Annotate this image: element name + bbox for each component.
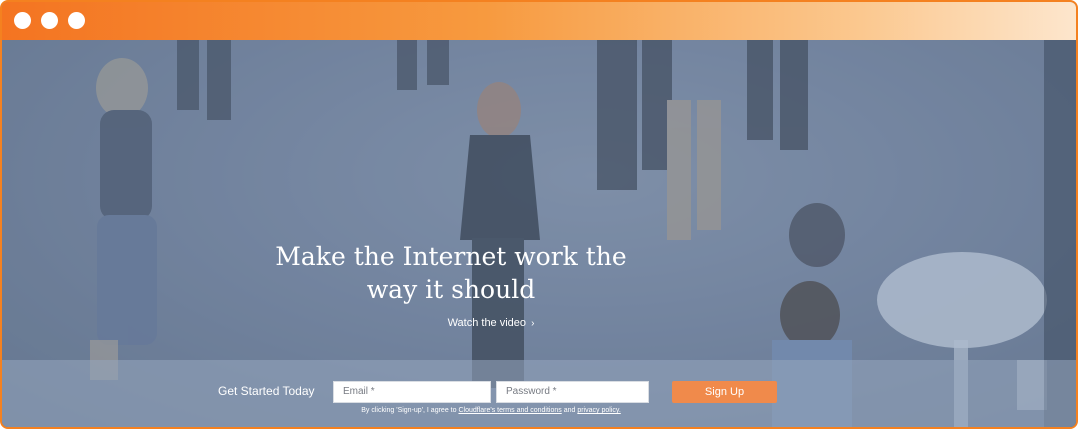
watch-video-label: Watch the video	[447, 317, 527, 329]
email-field[interactable]: Email *	[333, 381, 491, 403]
terms-prefix: By clicking 'Sign-up', I agree to	[361, 407, 457, 414]
terms-and: and	[563, 407, 576, 414]
browser-window: Make the Internet work the way it should…	[0, 0, 1078, 429]
privacy-policy-link[interactable]: privacy policy.	[577, 407, 620, 414]
hero-headline: Make the Internet work the way it should	[2, 240, 900, 306]
password-field[interactable]: Password *	[496, 381, 649, 403]
signup-bar: Get Started Today Email * Password * Sig…	[2, 360, 1076, 427]
get-started-label: Get Started Today	[218, 384, 315, 398]
window-titlebar	[2, 2, 1076, 41]
window-control-circle[interactable]	[68, 12, 85, 29]
hero-headline-line: way it should	[366, 275, 536, 304]
sign-up-button[interactable]: Sign Up	[672, 381, 777, 403]
chevron-right-icon: ›	[531, 318, 535, 329]
window-control-circle[interactable]	[41, 12, 58, 29]
terms-notice: By clicking 'Sign-up', I agree to Cloudf…	[2, 407, 980, 414]
hero-section: Make the Internet work the way it should…	[2, 40, 1076, 427]
hero-headline-line: Make the Internet work the	[275, 242, 627, 271]
terms-link[interactable]: Cloudflare's terms and conditions	[458, 407, 561, 414]
window-control-circle[interactable]	[14, 12, 31, 29]
watch-video-link[interactable]: Watch the video ›	[2, 317, 980, 329]
